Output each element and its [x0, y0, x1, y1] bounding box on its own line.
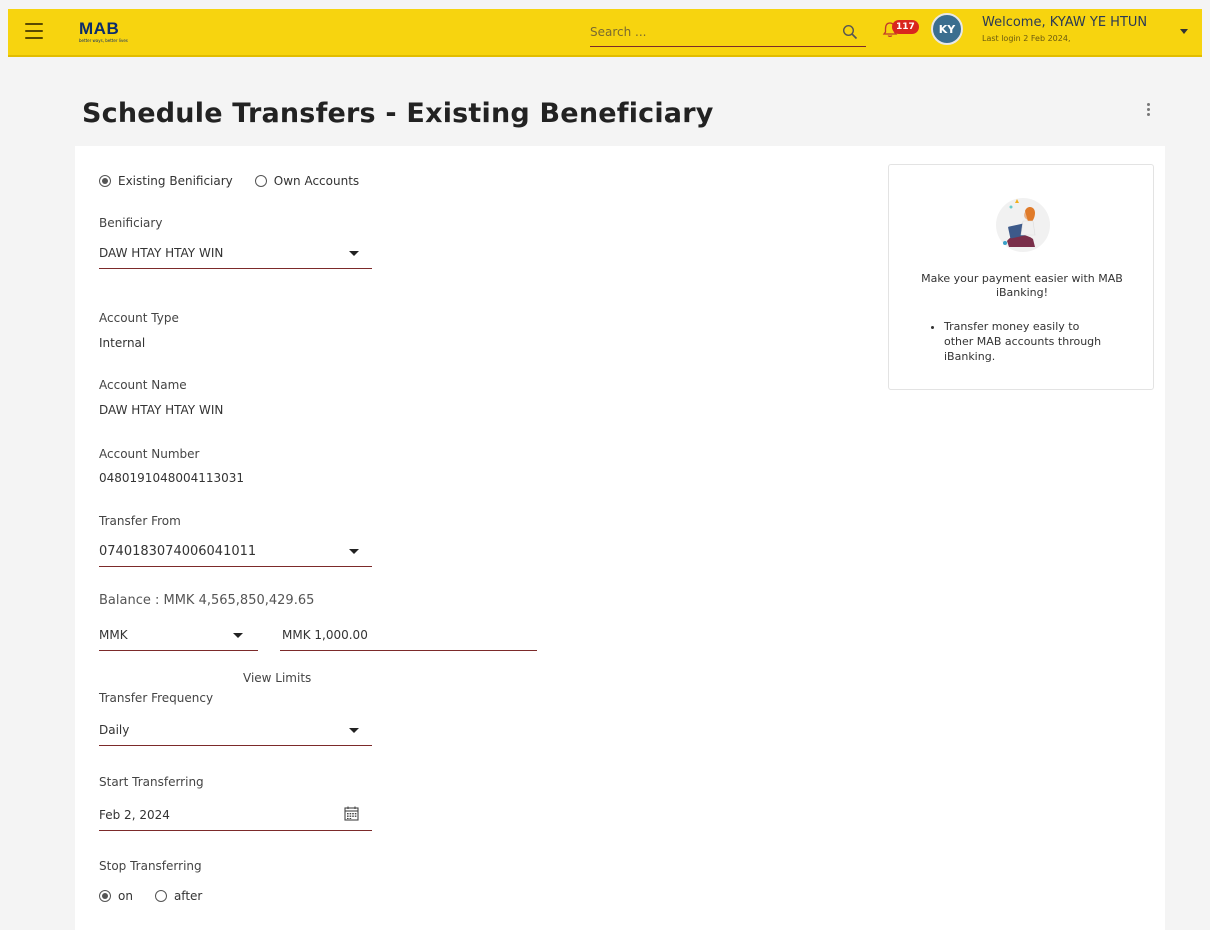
balance-text: Balance : MMK 4,565,850,429.65 — [99, 593, 315, 608]
caret-down-icon — [233, 633, 243, 638]
beneficiary-select[interactable]: DAW HTAY HTAY WIN — [99, 242, 372, 269]
own-accounts-label[interactable]: Own Accounts — [274, 174, 359, 188]
account-type-label: Account Type — [99, 311, 179, 325]
mab-logo[interactable]: MAB better ways, better lives — [79, 19, 128, 44]
caret-down-icon — [349, 549, 359, 554]
currency-value: MMK — [99, 628, 128, 642]
start-date-input[interactable]: Feb 2, 2024 — [99, 804, 372, 831]
search-box — [590, 19, 866, 47]
account-number-value: 0480191048004113031 — [99, 471, 245, 485]
amount-input[interactable]: MMK 1,000.00 — [280, 624, 537, 651]
account-number-label: Account Number — [99, 447, 200, 461]
search-input[interactable] — [590, 19, 830, 44]
stop-after-label[interactable]: after — [174, 889, 202, 903]
promo-panel: Make your payment easier with MAB iBanki… — [888, 164, 1154, 390]
account-name-label: Account Name — [99, 378, 187, 392]
welcome-text: Welcome, KYAW YE HTUN — [982, 15, 1148, 30]
promo-bullet-list: Transfer money easily to other MAB accou… — [929, 319, 1109, 364]
beneficiary-value: DAW HTAY HTAY WIN — [99, 246, 224, 260]
logo-tagline: better ways, better lives — [79, 38, 128, 43]
stop-transferring-radio-group: on after — [99, 889, 224, 903]
search-icon[interactable] — [842, 24, 858, 40]
stop-on-label[interactable]: on — [118, 889, 133, 903]
avatar[interactable]: KY — [931, 13, 963, 45]
transfer-from-value: 0740183074006041011 — [99, 544, 257, 559]
stop-transferring-label: Stop Transferring — [99, 859, 202, 873]
stop-on-radio[interactable] — [99, 890, 111, 902]
transfer-frequency-label: Transfer Frequency — [99, 691, 214, 705]
transfer-frequency-value: Daily — [99, 723, 130, 737]
logo-text: MAB — [79, 19, 120, 38]
top-header-bar: MAB better ways, better lives 117 KY Wel… — [8, 9, 1202, 57]
calendar-icon[interactable] — [344, 806, 359, 821]
account-type-value: Internal — [99, 336, 146, 350]
start-transferring-label: Start Transferring — [99, 775, 204, 789]
amount-value: MMK 1,000.00 — [282, 628, 368, 642]
stop-after-radio[interactable] — [154, 890, 167, 902]
existing-beneficiary-label[interactable]: Existing Benificiary — [118, 174, 233, 188]
hamburger-menu-icon[interactable] — [25, 23, 43, 39]
page-title: Schedule Transfers - Existing Beneficiar… — [82, 98, 714, 129]
beneficiary-type-radio-group: Existing Benificiary Own Accounts — [99, 174, 381, 188]
promo-headline: Make your payment easier with MAB iBanki… — [921, 272, 1123, 299]
account-name-value: DAW HTAY HTAY WIN — [99, 403, 224, 417]
transfer-from-label: Transfer From — [99, 514, 181, 528]
caret-down-icon — [349, 251, 359, 256]
caret-down-icon — [349, 728, 359, 733]
last-login-text: Last login 2 Feb 2024, — [982, 34, 1071, 43]
promo-bullet-item: Transfer money easily to other MAB accou… — [944, 319, 1109, 364]
currency-select[interactable]: MMK — [99, 624, 258, 651]
more-options-icon[interactable] — [1145, 103, 1151, 121]
transfer-frequency-select[interactable]: Daily — [99, 719, 372, 746]
existing-beneficiary-radio[interactable] — [99, 175, 111, 187]
own-accounts-radio[interactable] — [254, 175, 267, 187]
start-date-value: Feb 2, 2024 — [99, 808, 170, 822]
view-limits-link[interactable]: View Limits — [243, 671, 311, 685]
transfer-from-select[interactable]: 0740183074006041011 — [99, 540, 372, 567]
beneficiary-label: Benificiary — [99, 216, 163, 230]
chevron-down-icon[interactable] — [1180, 29, 1188, 34]
notification-count-badge[interactable]: 117 — [892, 20, 919, 34]
person-laptop-illustration — [996, 198, 1050, 252]
